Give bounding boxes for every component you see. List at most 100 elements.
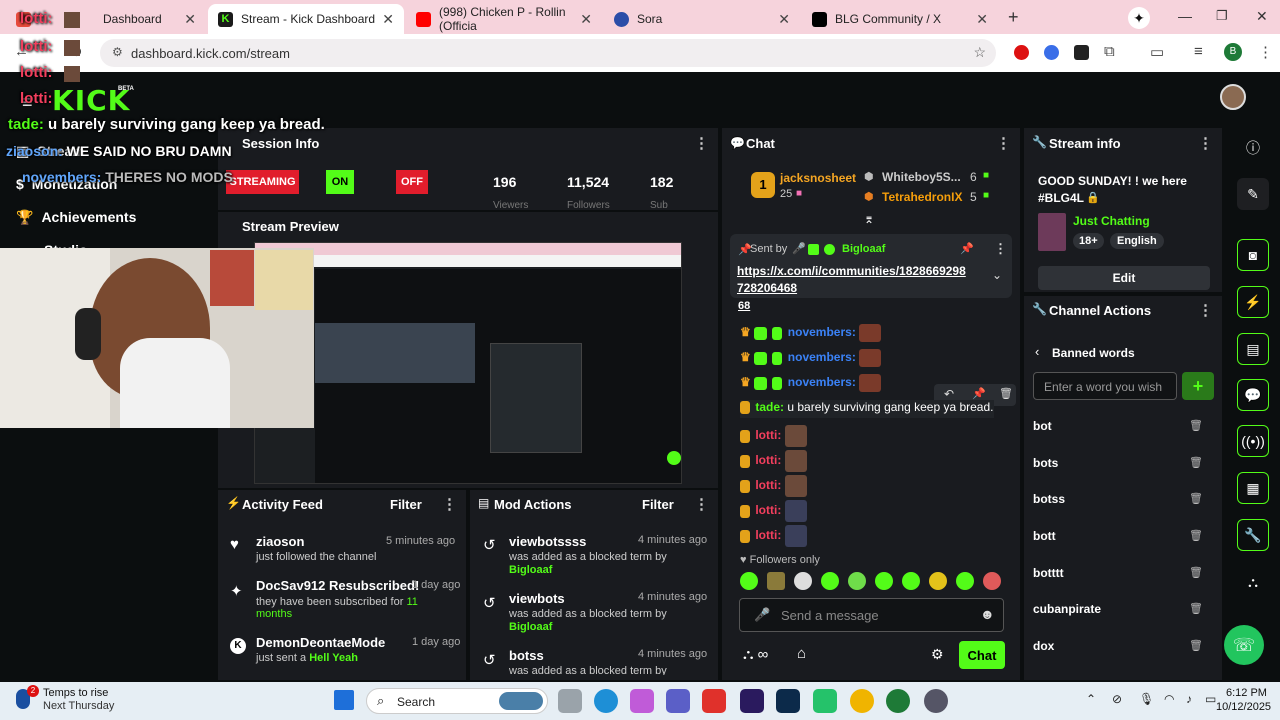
trash-icon[interactable]: 🗑 bbox=[1189, 602, 1203, 615]
chat-message[interactable]: lotti: bbox=[740, 450, 809, 472]
trash-icon[interactable]: 🗑 bbox=[1189, 566, 1203, 579]
weather-title[interactable]: Temps to rise bbox=[43, 687, 108, 699]
emote-icon[interactable] bbox=[875, 572, 893, 590]
leaderboard-name[interactable]: TetrahedronIX bbox=[882, 190, 962, 204]
maximize-icon[interactable]: ❐ bbox=[1216, 8, 1228, 24]
mod-more-icon[interactable]: ⋮ bbox=[694, 495, 709, 513]
app-settings-icon[interactable] bbox=[924, 689, 948, 713]
close-tab-icon[interactable]: ✕ bbox=[976, 11, 988, 28]
tab-kick-dashboard[interactable]: K Stream - Kick Dashboard ✕ bbox=[208, 4, 404, 34]
mic-tray-icon[interactable]: 🎙 bbox=[1139, 692, 1154, 706]
off-toggle-button[interactable]: OFF bbox=[396, 170, 428, 194]
clock-date[interactable]: 10/12/2025 bbox=[1216, 701, 1271, 713]
trash-icon[interactable]: 🗑 bbox=[1189, 529, 1203, 542]
app-red-icon[interactable] bbox=[702, 689, 726, 713]
activity-name[interactable]: DocSav912 Resubscribed! bbox=[256, 578, 419, 593]
edit-stream-button[interactable]: Edit bbox=[1038, 266, 1210, 290]
close-tab-icon[interactable]: ✕ bbox=[580, 11, 592, 28]
leaderboard-top-name[interactable]: jacksnosheet bbox=[780, 171, 856, 185]
banned-word-input[interactable]: Enter a word you wish bbox=[1033, 372, 1177, 400]
close-tab-icon[interactable]: ✕ bbox=[382, 11, 394, 28]
edit-pencil-icon[interactable]: ✎ bbox=[1237, 178, 1269, 210]
tab-sora[interactable]: Sora ✕ bbox=[604, 4, 800, 34]
chat-more-icon[interactable]: ⋮ bbox=[996, 134, 1011, 152]
chat-message[interactable]: ♛ novembers: bbox=[740, 374, 883, 392]
chat-message[interactable]: ♛ novembers: bbox=[740, 324, 883, 342]
unpin-icon[interactable]: 📌 bbox=[960, 242, 974, 255]
mod-by[interactable]: Bigloaaf bbox=[509, 621, 552, 633]
extension-blue-icon[interactable] bbox=[1044, 45, 1059, 60]
trash-icon[interactable]: 🗑 bbox=[1189, 456, 1203, 469]
mod-filter-button[interactable]: Filter bbox=[642, 497, 674, 512]
close-tab-icon[interactable]: ✕ bbox=[778, 11, 790, 28]
category-thumbnail[interactable] bbox=[1038, 213, 1066, 251]
collapse-leaderboard-icon[interactable]: ⌆ bbox=[864, 212, 874, 226]
trash-icon[interactable]: 🗑 bbox=[1189, 639, 1203, 652]
cast-icon[interactable]: ▭ bbox=[1150, 43, 1164, 61]
edge-icon[interactable] bbox=[594, 689, 618, 713]
chat-message[interactable]: lotti: bbox=[740, 425, 809, 447]
activity-more-icon[interactable]: ⋮ bbox=[442, 495, 457, 513]
emote-icon[interactable] bbox=[740, 572, 758, 590]
extension-dark-icon[interactable] bbox=[1074, 45, 1089, 60]
layout-icon[interactable]: ▦ bbox=[1237, 472, 1269, 504]
activity-filter-button[interactable]: Filter bbox=[390, 497, 422, 512]
mod-by[interactable]: Bigloaaf bbox=[509, 564, 552, 576]
minimize-icon[interactable]: — bbox=[1178, 8, 1192, 24]
camera-icon[interactable]: ◙ bbox=[1237, 239, 1269, 271]
user-avatar[interactable] bbox=[1220, 84, 1246, 110]
chat-settings-icon[interactable]: ⚙ bbox=[931, 646, 944, 663]
chat-message-input[interactable]: 🎤 Send a message ☻ bbox=[739, 598, 1004, 632]
chat-tool-icon[interactable]: 💬 bbox=[1237, 379, 1269, 411]
tab-x[interactable]: BLG Community / X ✕ bbox=[802, 4, 998, 34]
pinned-sender[interactable]: Bigloaaf bbox=[842, 243, 885, 255]
premiere-icon[interactable] bbox=[740, 689, 764, 713]
teams-icon[interactable] bbox=[666, 689, 690, 713]
activity-name[interactable]: ziaoson bbox=[256, 534, 304, 549]
tray-chevron-icon[interactable]: ⌃ bbox=[1086, 692, 1096, 706]
clock-time[interactable]: 6:12 PM bbox=[1226, 687, 1267, 699]
undo-icon[interactable]: ↺ bbox=[483, 651, 496, 669]
gemini-icon[interactable]: ✦ bbox=[1128, 7, 1150, 29]
chat-message[interactable]: ♛ novembers: bbox=[740, 349, 883, 367]
support-headset-icon[interactable]: ☏ bbox=[1224, 625, 1264, 665]
add-banned-word-button[interactable]: + bbox=[1182, 372, 1214, 400]
wrench-tool-icon[interactable]: 🔧 bbox=[1237, 519, 1269, 551]
pinned-more-icon[interactable]: ⋮ bbox=[994, 241, 1007, 257]
back-chevron-icon[interactable]: ‹ bbox=[1035, 344, 1039, 359]
session-more-icon[interactable]: ⋮ bbox=[694, 134, 709, 152]
emote-icon[interactable] bbox=[956, 572, 974, 590]
pinned-link-cont[interactable]: 728206468 bbox=[737, 281, 797, 295]
stream-preview-video[interactable] bbox=[254, 242, 682, 484]
close-tab-icon[interactable]: ✕ bbox=[184, 11, 196, 28]
emoji-icon[interactable]: ☻ bbox=[980, 606, 995, 622]
window-close-icon[interactable]: ✕ bbox=[1256, 8, 1268, 25]
browser-menu-icon[interactable]: ⋮ bbox=[1258, 43, 1273, 61]
emote-icon[interactable] bbox=[848, 572, 866, 590]
delete-message-icon[interactable]: 🗑 bbox=[999, 387, 1013, 400]
site-settings-icon[interactable]: ⚙ bbox=[112, 45, 123, 59]
mic-icon[interactable]: 🎤 bbox=[754, 607, 770, 623]
extensions-puzzle-icon[interactable]: ⧉ bbox=[1104, 43, 1115, 60]
wifi-icon[interactable]: ◠ bbox=[1164, 692, 1174, 706]
chat-message[interactable]: lotti: bbox=[740, 475, 809, 497]
sidebar-item-achievements[interactable]: 🏆 Achievements bbox=[16, 209, 136, 226]
category-link[interactable]: Just Chatting bbox=[1073, 214, 1150, 228]
emote-icon[interactable] bbox=[794, 572, 812, 590]
undo-icon[interactable]: ↺ bbox=[483, 536, 496, 554]
new-tab-icon[interactable]: + bbox=[1008, 7, 1019, 28]
profile-avatar[interactable]: B bbox=[1224, 43, 1242, 61]
copilot-icon[interactable] bbox=[630, 689, 654, 713]
activity-name[interactable]: DemonDeontaeMode bbox=[256, 635, 385, 650]
lightning-icon[interactable]: ⚡ bbox=[1237, 286, 1269, 318]
emote-icon[interactable] bbox=[983, 572, 1001, 590]
task-view-icon[interactable] bbox=[558, 689, 582, 713]
chat-message-hovered[interactable]: tade: u barely surviving gang keep ya br… bbox=[740, 400, 994, 418]
emote-icon[interactable] bbox=[902, 572, 920, 590]
emote-icon[interactable] bbox=[929, 572, 947, 590]
undo-icon[interactable]: ↺ bbox=[483, 594, 496, 612]
banned-words-heading[interactable]: Banned words bbox=[1052, 346, 1135, 360]
app-green-icon[interactable] bbox=[813, 689, 837, 713]
battery-icon[interactable]: ▭ bbox=[1205, 692, 1216, 706]
notes-icon[interactable]: ▤ bbox=[1237, 333, 1269, 365]
